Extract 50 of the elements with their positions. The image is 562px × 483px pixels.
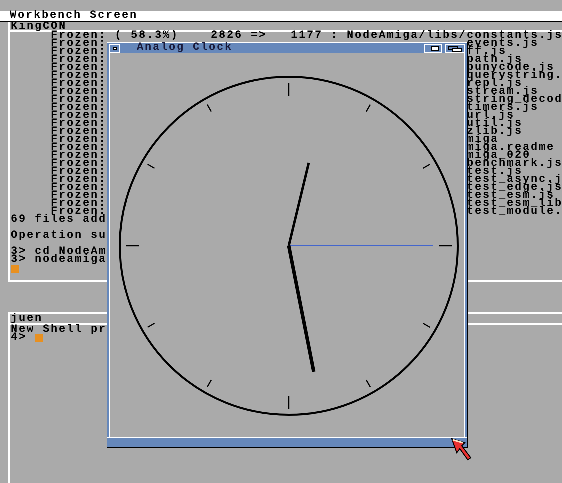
console-text: ff.js: [467, 48, 508, 56]
console-text: test_module.: [467, 208, 562, 216]
window-title: Analog Clock: [137, 44, 234, 52]
console-text: repl.js: [467, 80, 524, 88]
console-text: Frozen:: [51, 104, 107, 112]
console-text: zlib.js: [467, 128, 524, 136]
console-text: test_esm_lib: [467, 200, 562, 208]
console-text: Frozen:: [51, 192, 107, 200]
console-line: Operation su: [11, 230, 108, 242]
console-text: Frozen:: [51, 72, 107, 80]
depth-button[interactable]: [445, 44, 465, 52]
console-text: Frozen:: [51, 144, 107, 152]
console-text: benchmark.js: [467, 160, 562, 168]
window-title: juen: [11, 313, 44, 325]
console-text: punycode.js: [467, 64, 556, 72]
console-text: path.js: [467, 56, 524, 64]
console-text: miga: [467, 136, 500, 144]
console-text: Frozen:: [51, 128, 107, 136]
console-text: miga.readme: [467, 144, 556, 152]
console-text: timers.js: [467, 104, 540, 112]
console-text: Frozen:: [51, 120, 107, 128]
console-text: test_async.j: [467, 176, 562, 184]
console-text: Frozen:: [51, 176, 107, 184]
console-text: Frozen:: [51, 136, 107, 144]
window-title: KingCON: [11, 21, 68, 33]
console-text: Frozen:: [51, 88, 107, 96]
console-text: test.js: [467, 168, 524, 176]
console-text: Frozen:: [51, 48, 107, 56]
console-line: 69 files add: [11, 214, 108, 226]
console-text: string_decod: [467, 96, 562, 104]
console-text: Frozen:: [51, 64, 107, 72]
screen-title: Workbench Screen: [10, 10, 138, 22]
console-text: Frozen:: [51, 168, 107, 176]
console-text: util.js: [467, 120, 524, 128]
console-text: Frozen:: [51, 96, 107, 104]
console-text: Frozen:: [51, 152, 107, 160]
console-text: Frozen:: [51, 184, 107, 192]
console-text: Frozen:: [51, 160, 107, 168]
console-text: Frozen:: [51, 80, 107, 88]
console-text: url.js: [467, 112, 516, 120]
console-text: Frozen:: [51, 112, 107, 120]
close-button[interactable]: [109, 44, 120, 52]
console-text: test_edge.js: [467, 184, 562, 192]
console-text: miga_020: [467, 152, 532, 160]
zoom-button[interactable]: [424, 44, 442, 52]
console-text: test_esm.js: [467, 192, 556, 200]
console-text: Frozen:: [51, 56, 107, 64]
console-text: querystring.: [467, 72, 562, 80]
console-text: Frozen:: [51, 200, 107, 208]
console-text: stream.js: [467, 88, 540, 96]
